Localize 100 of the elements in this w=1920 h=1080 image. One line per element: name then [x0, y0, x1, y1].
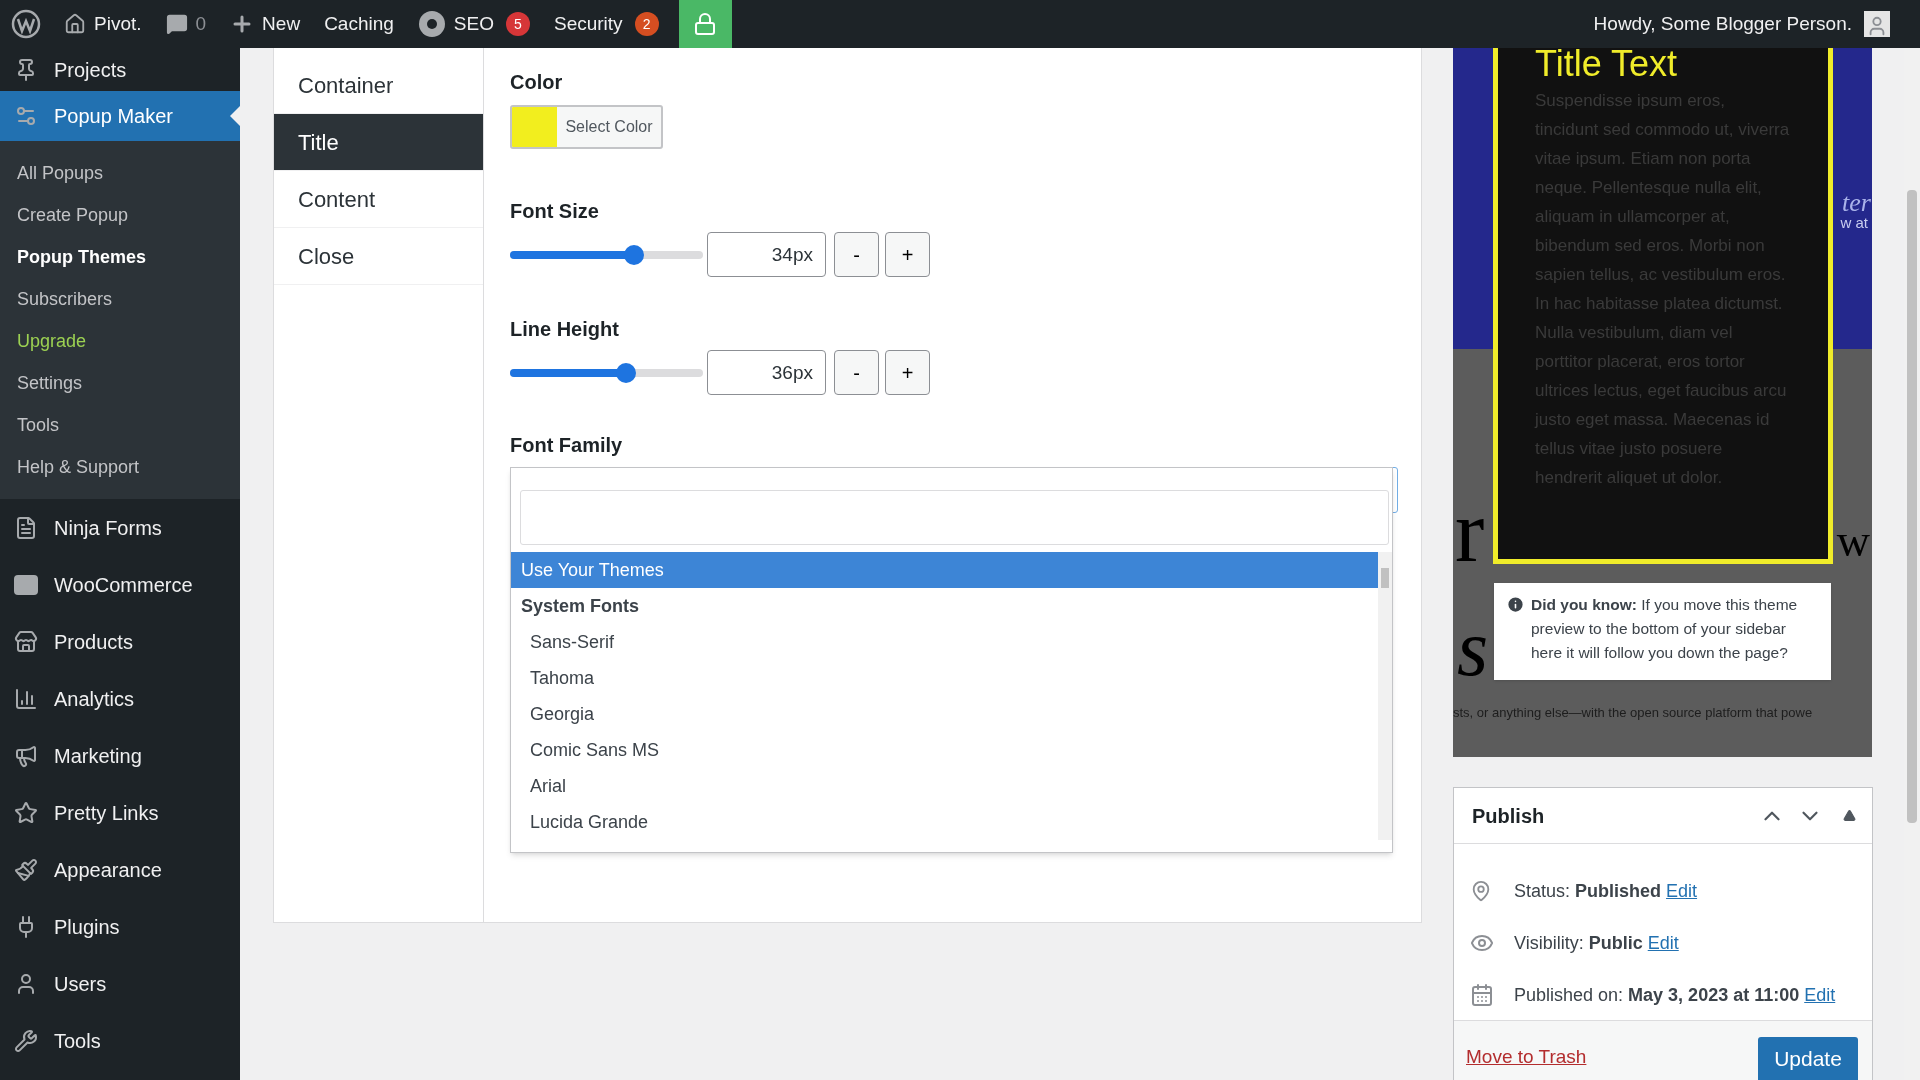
size-input[interactable]: 36px	[707, 350, 826, 395]
dropdown-option[interactable]: Use Your Themes	[511, 552, 1378, 588]
box-title: Publish	[1472, 803, 1545, 829]
tip-text: Did you know: If you move this theme preview to the bottom of your sidebar here it will follow you down the page?	[1531, 595, 1799, 663]
admin-bar-label: SEO	[453, 11, 494, 36]
update-button[interactable]: Update	[1758, 1037, 1858, 1080]
submenu-item[interactable]: Popup Themes	[0, 236, 240, 278]
megaphone-icon	[14, 743, 38, 768]
dropdown-option[interactable]: Sans-Serif	[511, 624, 1378, 660]
comment-count: 0	[195, 11, 207, 36]
menu-label: WooCommerce	[54, 572, 193, 598]
settings-tab[interactable]: Title	[274, 114, 483, 171]
menu-item[interactable]: Pretty Links	[0, 784, 240, 841]
menu-item[interactable]: WooCommerce	[0, 556, 240, 613]
option-group-label: System Fonts	[520, 594, 641, 618]
menu-item[interactable]: Products	[0, 613, 240, 670]
menu-label: Plugins	[54, 914, 120, 940]
dropdown-option[interactable]: Arial	[511, 768, 1378, 804]
menu-item[interactable]: Appearance	[0, 841, 240, 898]
comment-icon	[165, 13, 188, 35]
home-icon	[64, 13, 86, 35]
info-icon	[1506, 595, 1525, 614]
menu-label: Marketing	[54, 743, 142, 769]
background-text: w at	[1840, 213, 1868, 233]
greeting[interactable]: Howdy, Some Blogger Person.	[1593, 9, 1852, 39]
submenu-item[interactable]: Subscribers	[0, 278, 240, 320]
collapse-icon[interactable]	[1843, 809, 1856, 822]
menu-label: Products	[54, 629, 133, 655]
site-name: Pivot.	[94, 11, 142, 36]
lock-button[interactable]	[678, 0, 732, 48]
size-input[interactable]: 34px	[707, 232, 826, 277]
move-to-trash-link[interactable]: Move to Trash	[1466, 1042, 1587, 1071]
menu-item[interactable]: Plugins	[0, 898, 240, 955]
avatar[interactable]	[1864, 11, 1890, 37]
admin-bar-link[interactable]: Caching	[312, 0, 406, 48]
admin-bar-link[interactable]: Security 2	[541, 0, 671, 48]
wrench-icon	[14, 1028, 38, 1053]
brush-icon	[14, 857, 38, 882]
decrease-button[interactable]: -	[834, 232, 879, 277]
slider-thumb[interactable]	[615, 362, 636, 383]
admin-bar-label: Caching	[324, 11, 394, 36]
form-icon	[14, 515, 38, 540]
field-label: Font Family	[510, 433, 624, 457]
field-label: Line Height	[510, 317, 620, 341]
count-badge: 2	[634, 12, 659, 36]
menu-label: Tools	[54, 1028, 101, 1054]
background-text: sts, or anything else—with the open source platform that powe	[1453, 704, 1813, 722]
menu-label: Users	[54, 971, 107, 997]
calendar-icon	[1470, 983, 1494, 1007]
menu-label: Pretty Links	[54, 800, 159, 826]
dropdown-option[interactable]: Comic Sans MS	[511, 732, 1378, 768]
menu-label: Projects	[54, 57, 127, 83]
search-field[interactable]	[520, 490, 1389, 545]
menu-item[interactable]: Projects	[0, 48, 240, 91]
dropdown-option[interactable]: Georgia	[511, 696, 1378, 732]
menu-label: Analytics	[54, 686, 135, 712]
submenu-item[interactable]: Tools	[0, 404, 240, 446]
submenu-item[interactable]: Settings	[0, 362, 240, 404]
settings-tab[interactable]: Close	[274, 228, 483, 285]
list-scrollbar[interactable]	[1378, 552, 1392, 840]
comments-link[interactable]: 0	[153, 0, 219, 48]
menu-item[interactable]: Analytics	[0, 670, 240, 727]
select-color-button[interactable]: Select Color	[510, 105, 663, 149]
edit-link[interactable]: Edit	[1804, 981, 1836, 1009]
menu-item[interactable]: Users	[0, 955, 240, 1012]
current-arrow-icon	[230, 106, 240, 126]
menu-item[interactable]: Tools	[0, 1012, 240, 1069]
dropdown-option[interactable]: Tahoma	[511, 660, 1378, 696]
background-text: s	[1457, 608, 1489, 688]
dropdown-option[interactable]: Lucida Grande	[511, 804, 1378, 840]
submenu-item[interactable]: Upgrade	[0, 320, 240, 362]
lock-icon	[693, 12, 718, 36]
chart-icon	[14, 686, 38, 711]
star-icon	[14, 800, 38, 825]
admin-bar-label: Security	[553, 11, 623, 36]
publish-info: Published on: May 3, 2023 at 11:00	[1514, 983, 1800, 1007]
slider-track[interactable]	[510, 244, 703, 265]
field-label: Font Size	[510, 199, 600, 223]
publish-info: Status: Published	[1514, 879, 1662, 903]
submenu-item[interactable]: All Popups	[0, 152, 240, 194]
slider-track[interactable]	[510, 362, 703, 383]
increase-button[interactable]: +	[885, 232, 930, 277]
edit-link[interactable]: Edit	[1666, 877, 1698, 905]
site-name-link[interactable]: Pivot.	[52, 0, 154, 48]
background-text: w	[1836, 518, 1870, 564]
menu-item[interactable]: Ninja Forms	[0, 499, 240, 556]
slider-thumb[interactable]	[623, 244, 644, 265]
new-link[interactable]: New	[218, 0, 313, 48]
submenu-item[interactable]: Create Popup	[0, 194, 240, 236]
edit-link[interactable]: Edit	[1647, 929, 1679, 957]
menu-item[interactable]: Popup Maker	[0, 91, 240, 141]
admin-bar-link[interactable]: SEO 5	[405, 0, 542, 48]
increase-button[interactable]: +	[885, 350, 930, 395]
new-label: New	[262, 11, 301, 36]
wordpress-logo-icon[interactable]	[11, 9, 41, 39]
settings-tab[interactable]: Content	[274, 171, 483, 228]
menu-item[interactable]: Marketing	[0, 727, 240, 784]
submenu-item[interactable]: Help & Support	[0, 446, 240, 488]
pin-icon	[1470, 880, 1492, 902]
decrease-button[interactable]: -	[834, 350, 879, 395]
